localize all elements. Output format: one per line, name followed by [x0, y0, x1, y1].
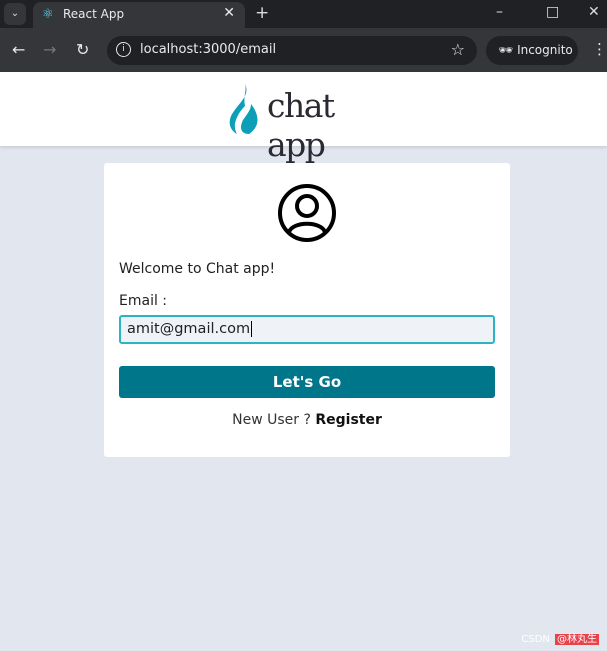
url-text[interactable]: localhost:3000/email	[140, 42, 276, 57]
close-window-button[interactable]: ✕	[588, 4, 600, 20]
tab-react-app[interactable]: ⚛ React App ✕	[33, 2, 245, 28]
welcome-text: Welcome to Chat app!	[119, 261, 276, 277]
menu-icon[interactable]: ⋮	[592, 40, 607, 58]
info-icon[interactable]: i	[116, 42, 131, 57]
incognito-badge[interactable]: 🕶 Incognito	[486, 36, 578, 65]
watermark: CSDN @林丸生	[519, 630, 599, 645]
email-input[interactable]: amit@gmail.com	[119, 315, 495, 344]
register-link[interactable]: Register	[315, 412, 382, 428]
bookmark-star-icon[interactable]: ☆	[451, 40, 465, 59]
reload-button[interactable]: ↻	[76, 40, 89, 59]
maximize-button[interactable]: □	[546, 4, 559, 20]
address-bar[interactable]: i localhost:3000/email ☆	[107, 36, 477, 65]
tab-title: React App	[63, 7, 125, 21]
logo: chat app	[225, 82, 395, 164]
new-tab-button[interactable]: +	[255, 3, 269, 23]
new-user-text: New User ?	[232, 412, 311, 428]
register-prompt: New User ? Register	[104, 412, 510, 428]
minimize-button[interactable]: –	[496, 4, 503, 20]
lets-go-button[interactable]: Let's Go	[119, 366, 495, 398]
flame-icon	[229, 84, 258, 134]
watermark-prefix: CSDN	[521, 634, 550, 645]
back-button[interactable]: ←	[12, 40, 25, 59]
browser-toolbar: ← → ↻ i localhost:3000/email ☆ 🕶 Incogni…	[0, 28, 607, 72]
incognito-label: Incognito	[517, 43, 573, 57]
forward-button[interactable]: →	[43, 40, 56, 59]
logo-text: chat app	[267, 86, 335, 164]
react-icon: ⚛	[42, 7, 54, 22]
watermark-handle: @林丸生	[555, 634, 599, 645]
email-value[interactable]: amit@gmail.com	[127, 321, 250, 337]
tab-search-button[interactable]: ⌄	[4, 3, 26, 25]
login-card: Welcome to Chat app! Email : amit@gmail.…	[104, 163, 510, 457]
tab-bar: ⌄ ⚛ React App ✕ + – □ ✕	[0, 0, 607, 28]
close-tab-icon[interactable]: ✕	[223, 5, 235, 21]
user-avatar-icon	[278, 184, 336, 242]
email-label: Email :	[119, 293, 168, 309]
incognito-icon: 🕶	[498, 43, 514, 57]
app-header: chat app	[0, 72, 607, 164]
